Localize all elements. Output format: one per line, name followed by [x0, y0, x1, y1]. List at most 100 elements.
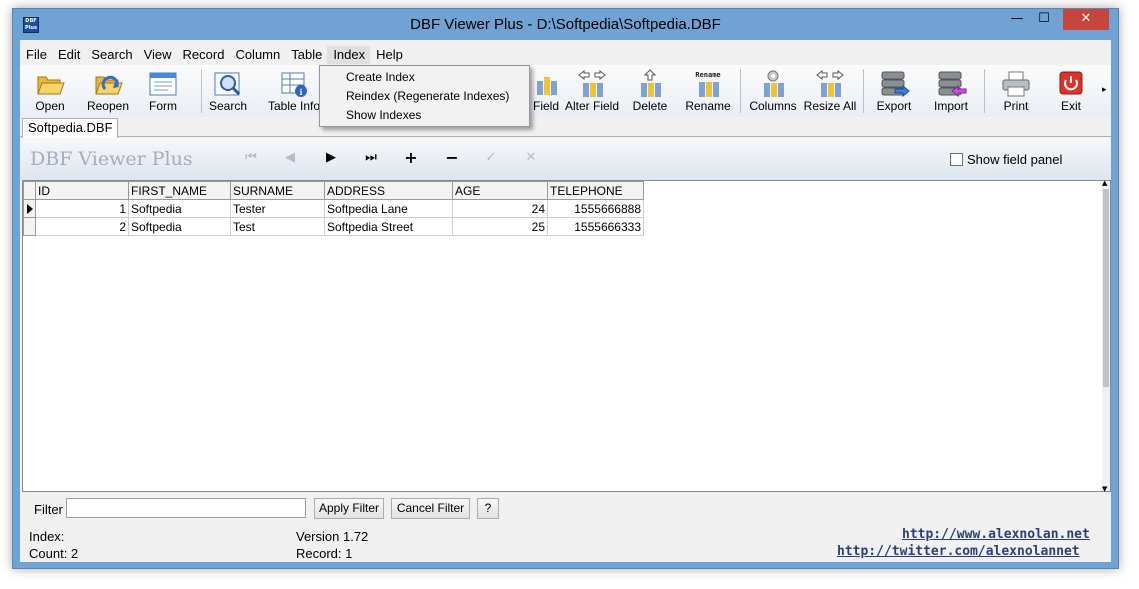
scroll-up-icon[interactable]: ▲: [1102, 179, 1107, 187]
apply-filter-button[interactable]: Apply Filter: [314, 498, 384, 519]
menu-search[interactable]: Search: [85, 46, 137, 64]
menu-file[interactable]: File: [20, 46, 52, 64]
add-record-icon[interactable]: +: [401, 150, 421, 166]
toolbar-separator: [863, 69, 864, 113]
resize-all-icon: [816, 69, 844, 97]
first-record-icon[interactable]: ⏮: [241, 150, 261, 166]
menu-view[interactable]: View: [138, 46, 177, 64]
cell-first-name[interactable]: Softpedia: [128, 217, 231, 236]
current-row-arrow-icon: [27, 203, 33, 214]
table-info-button[interactable]: i Table Info: [266, 67, 322, 115]
minimize-button[interactable]: —: [1003, 9, 1031, 30]
menu-item-reindex[interactable]: Reindex (Regenerate Indexes): [320, 87, 529, 106]
menu-record[interactable]: Record: [177, 46, 230, 64]
column-header-address[interactable]: ADDRESS: [324, 181, 453, 200]
cell-telephone[interactable]: 1555666888: [547, 199, 644, 218]
alter-field-button[interactable]: Alter Field: [561, 67, 623, 115]
toolbar: Open Reopen Form Search i Table Info Fie…: [20, 65, 1111, 117]
cell-address[interactable]: Softpedia Lane: [324, 199, 453, 218]
folder-icon: [37, 76, 65, 95]
column-header-id[interactable]: ID: [35, 181, 129, 200]
column-header-age[interactable]: AGE: [452, 181, 548, 200]
rename-icon-text: Rename: [695, 71, 720, 79]
grid-table: ID FIRST_NAME SURNAME ADDRESS AGE TELEPH…: [23, 181, 644, 236]
form-button[interactable]: Form: [145, 67, 181, 115]
maximize-button[interactable]: ☐: [1031, 9, 1057, 30]
exit-button[interactable]: Exit: [1054, 67, 1088, 115]
toolbar-separator: [984, 69, 985, 113]
resize-all-button[interactable]: Resize All: [801, 67, 859, 115]
cell-age[interactable]: 24: [452, 199, 548, 218]
menu-help[interactable]: Help: [370, 46, 408, 64]
alter-field-icon: [578, 69, 606, 97]
cell-surname[interactable]: Test: [230, 217, 325, 236]
search-button[interactable]: Search: [208, 67, 248, 115]
status-count: Count: 2: [29, 546, 79, 561]
vertical-scrollbar[interactable]: ▲ ▼: [1102, 179, 1110, 493]
show-field-panel-label: Show field panel: [967, 152, 1063, 167]
post-edit-icon[interactable]: ✓: [481, 150, 501, 166]
cancel-edit-icon[interactable]: ✕: [521, 150, 541, 166]
row-indicator: [23, 199, 36, 218]
cell-id[interactable]: 2: [35, 217, 129, 236]
prev-record-icon[interactable]: ◀: [280, 150, 300, 166]
cell-first-name[interactable]: Softpedia: [128, 199, 231, 218]
table-row[interactable]: 1 Softpedia Tester Softpedia Lane 24 155…: [23, 199, 644, 218]
menu-item-create-index[interactable]: Create Index: [320, 68, 529, 87]
reopen-icon: [95, 75, 123, 95]
columns-icon: [764, 70, 784, 97]
status-index: Index:: [29, 529, 65, 544]
cell-address[interactable]: Softpedia Street: [324, 217, 453, 236]
row-indicator-header: [23, 181, 36, 200]
add-field-button[interactable]: Field: [528, 67, 564, 115]
checkbox-box[interactable]: [950, 153, 963, 166]
menu-index[interactable]: Index: [327, 46, 371, 64]
next-record-icon[interactable]: ▶: [321, 150, 341, 166]
menu-edit[interactable]: Edit: [52, 46, 85, 64]
cell-id[interactable]: 1: [35, 199, 129, 218]
column-header-surname[interactable]: SURNAME: [230, 181, 325, 200]
table-row[interactable]: 2 Softpedia Test Softpedia Street 25 155…: [23, 217, 644, 236]
status-version: Version 1.72: [296, 529, 369, 544]
tab-softpedia-dbf[interactable]: Softpedia.DBF: [22, 118, 118, 138]
reopen-button[interactable]: Reopen: [86, 67, 130, 115]
form-icon: [149, 72, 177, 96]
rename-button[interactable]: Rename Rename: [684, 67, 732, 115]
close-button[interactable]: ✕: [1063, 9, 1109, 30]
column-header-first-name[interactable]: FIRST_NAME: [128, 181, 231, 200]
data-grid[interactable]: ID FIRST_NAME SURNAME ADDRESS AGE TELEPH…: [22, 179, 1111, 493]
cell-telephone[interactable]: 1555666333: [547, 217, 644, 236]
search-icon: [214, 72, 241, 96]
export-icon: [881, 71, 910, 98]
window-title: DBF Viewer Plus - D:\Softpedia\Softpedia…: [410, 16, 721, 33]
filter-help-button[interactable]: ?: [477, 498, 499, 519]
delete-record-icon[interactable]: −: [442, 150, 462, 166]
print-button[interactable]: Print: [996, 67, 1036, 115]
scrollbar-thumb[interactable]: [1103, 189, 1109, 387]
delete-field-button[interactable]: Delete: [628, 67, 672, 115]
column-header-telephone[interactable]: TELEPHONE: [547, 181, 644, 200]
import-icon: [938, 71, 967, 98]
menu-column[interactable]: Column: [229, 46, 285, 64]
twitter-link[interactable]: http://twitter.com/alexnolannet: [837, 544, 1080, 559]
row-indicator: [23, 217, 36, 236]
filter-label: Filter: [34, 502, 63, 517]
columns-button[interactable]: Columns: [749, 67, 797, 115]
export-button[interactable]: Export: [872, 67, 916, 115]
open-button[interactable]: Open: [30, 67, 70, 115]
filter-input[interactable]: [66, 498, 306, 518]
add-field-icon: [537, 77, 557, 95]
delete-field-icon: [641, 69, 661, 97]
import-button[interactable]: Import: [929, 67, 973, 115]
title-bar[interactable]: DBF Plus DBF Viewer Plus - D:\Softpedia\…: [13, 9, 1118, 39]
last-record-icon[interactable]: ⏭: [361, 150, 381, 166]
cell-age[interactable]: 25: [452, 217, 548, 236]
cell-surname[interactable]: Tester: [230, 199, 325, 218]
menu-table[interactable]: Table: [285, 46, 327, 64]
show-field-panel-checkbox[interactable]: Show field panel: [950, 152, 1062, 167]
toolbar-overflow-icon[interactable]: ▸: [1102, 85, 1107, 95]
website-link[interactable]: http://www.alexnolan.net: [902, 527, 1090, 542]
cancel-filter-button[interactable]: Cancel Filter: [391, 498, 470, 519]
menu-item-show-indexes[interactable]: Show Indexes: [320, 106, 529, 125]
filter-bar: Filter Apply Filter Cancel Filter ?: [20, 492, 1111, 526]
